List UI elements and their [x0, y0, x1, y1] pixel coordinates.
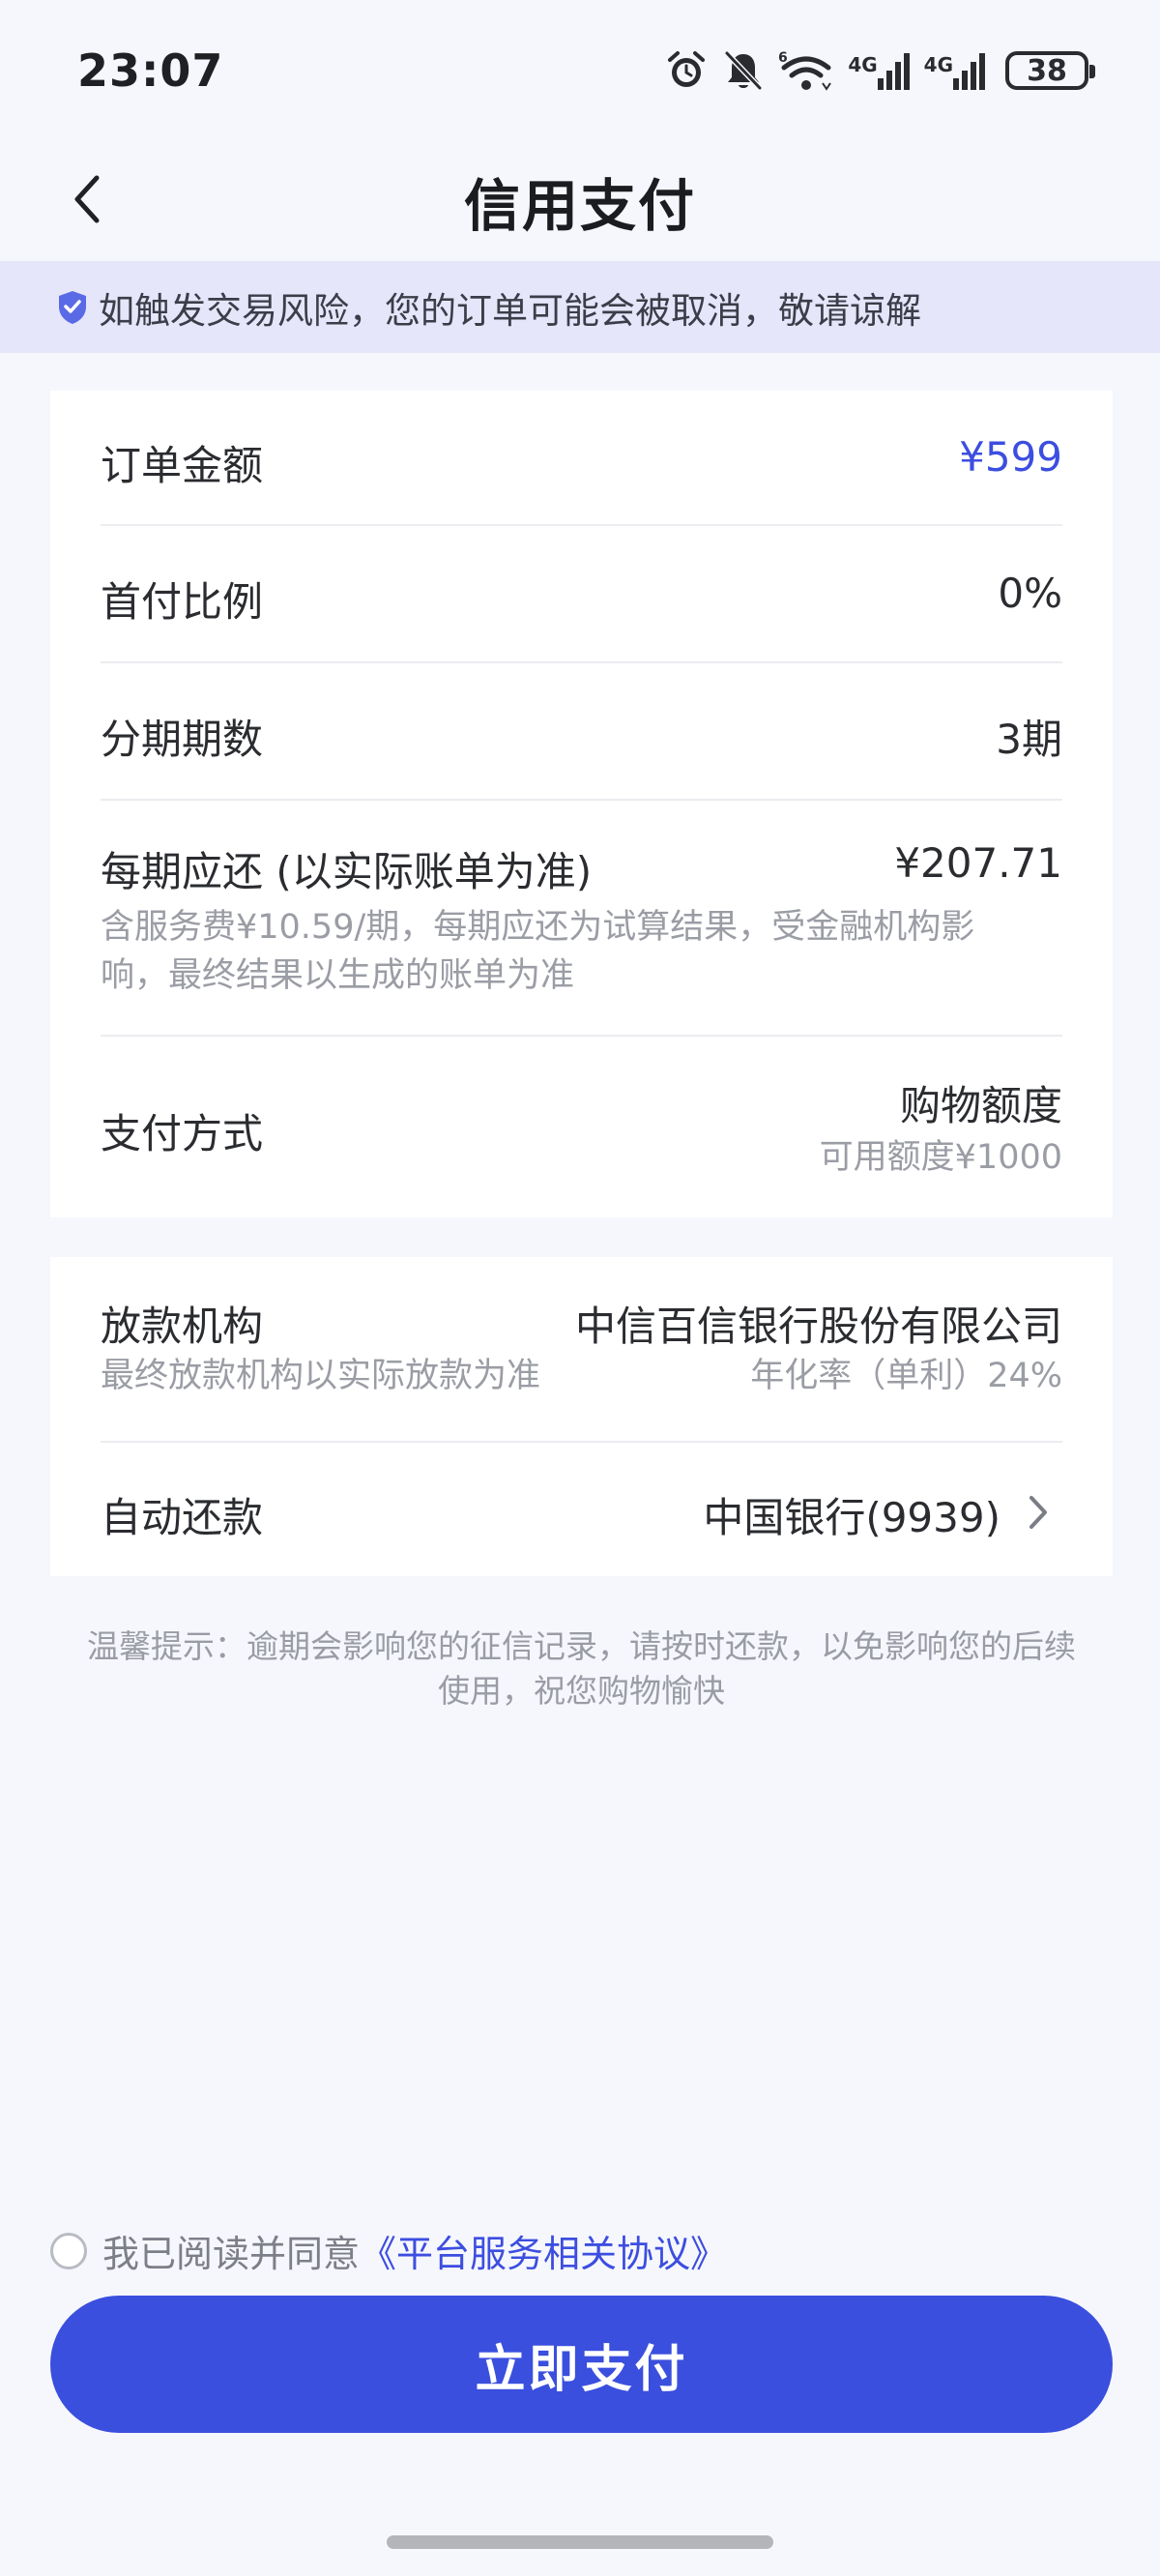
agreement-link[interactable]: 《平台服务相关协议》 [360, 2224, 727, 2277]
order-amount-row: 订单金额 ¥599 [101, 391, 1062, 526]
down-payment-row: 首付比例 0% [101, 526, 1062, 663]
agreement-row: 我已阅读并同意 《平台服务相关协议》 [50, 2224, 727, 2277]
lender-note: 最终放款机构以实际放款为准 [101, 1357, 541, 1395]
lender-row: 放款机构 中信百信银行股份有限公司 最终放款机构以实际放款为准 年化率（单利）2… [101, 1257, 1062, 1443]
alarm-icon [664, 48, 709, 93]
page-title: 信用支付 [463, 173, 696, 239]
order-amount-label: 订单金额 [101, 442, 264, 489]
network-label-1: 4G [848, 53, 878, 76]
installments-value: 3期 [996, 716, 1062, 763]
risk-notice-banner: 如触发交易风险，您的订单可能会被取消，敬请谅解 [0, 261, 1160, 353]
back-button[interactable] [54, 168, 120, 234]
status-time: 23:07 [77, 44, 224, 97]
lender-label: 放款机构 [101, 1303, 264, 1350]
status-icons: 6 4G 4G 38 [664, 42, 1095, 100]
per-period-note-line2: 响，最终结果以生成的账单为准 [101, 956, 575, 995]
risk-notice-text: 如触发交易风险，您的订单可能会被取消，敬请谅解 [99, 289, 921, 332]
chevron-right-icon [1026, 1493, 1051, 1536]
pay-method-row: 支付方式 购物额度 可用额度¥1000 [101, 1037, 1062, 1217]
per-period-row: 每期应还 (以实际账单为准) ¥207.71 含服务费¥10.59/期，每期应还… [101, 801, 1062, 1037]
per-period-note-line1: 含服务费¥10.59/期，每期应还为试算结果，受金融机构影 [101, 908, 975, 947]
warm-tip-line2: 使用，祝您购物愉快 [438, 1672, 725, 1710]
wifi-icon: 6 [778, 48, 834, 93]
warm-tip-line1: 温馨提示：逾期会影响您的征信记录，请按时还款，以免影响您的后续 [87, 1627, 1076, 1665]
agreement-checkbox[interactable] [50, 2232, 87, 2269]
chevron-left-icon [68, 172, 106, 230]
per-period-label: 每期应还 (以实际账单为准) [101, 848, 593, 895]
nav-bar: 信用支付 [0, 141, 1160, 261]
auto-repay-label: 自动还款 [101, 1494, 264, 1541]
down-payment-value: 0% [998, 570, 1062, 617]
status-bar: 23:07 6 4G 4G 38 [0, 0, 1160, 141]
auto-repay-value: 中国银行(9939) [703, 1494, 1000, 1541]
warm-tip: 温馨提示：逾期会影响您的征信记录，请按时还款，以免影响您的后续 使用，祝您购物愉… [50, 1625, 1113, 1713]
order-details-card: 订单金额 ¥599 首付比例 0% 分期期数 3期 每期应还 (以实际账单为准)… [50, 391, 1113, 1217]
lender-value: 中信百信银行股份有限公司 [574, 1303, 1062, 1350]
network-label-2: 4G [923, 53, 953, 76]
home-indicator[interactable] [387, 2535, 773, 2549]
auto-repay-row[interactable]: 自动还款 中国银行(9939) [101, 1443, 1062, 1576]
cellular-signal-icon-1: 4G [848, 49, 910, 92]
bell-muted-icon [722, 48, 765, 93]
agreement-prefix: 我已阅读并同意 [102, 2233, 361, 2275]
cellular-signal-icon-2: 4G [924, 49, 986, 92]
pay-now-button[interactable]: 立即支付 [50, 2296, 1113, 2433]
lender-card: 放款机构 中信百信银行股份有限公司 最终放款机构以实际放款为准 年化率（单利）2… [50, 1257, 1113, 1576]
pay-method-value: 购物额度 [899, 1082, 1062, 1129]
down-payment-label: 首付比例 [101, 578, 264, 626]
order-amount-value: ¥599 [959, 433, 1062, 481]
pay-method-label: 支付方式 [101, 1110, 264, 1157]
annual-rate: 年化率（单利）24% [750, 1357, 1062, 1395]
per-period-value: ¥207.71 [894, 839, 1062, 887]
credit-payment-screen: 23:07 6 4G 4G 38 信用支付 如触发交易风险，您的订单可能会被取消… [0, 0, 1160, 2576]
battery-icon: 38 [1005, 51, 1095, 90]
shield-check-icon [56, 289, 89, 326]
available-credit: 可用额度¥1000 [819, 1138, 1062, 1177]
installments-label: 分期期数 [101, 716, 264, 763]
installments-row: 分期期数 3期 [101, 663, 1062, 801]
